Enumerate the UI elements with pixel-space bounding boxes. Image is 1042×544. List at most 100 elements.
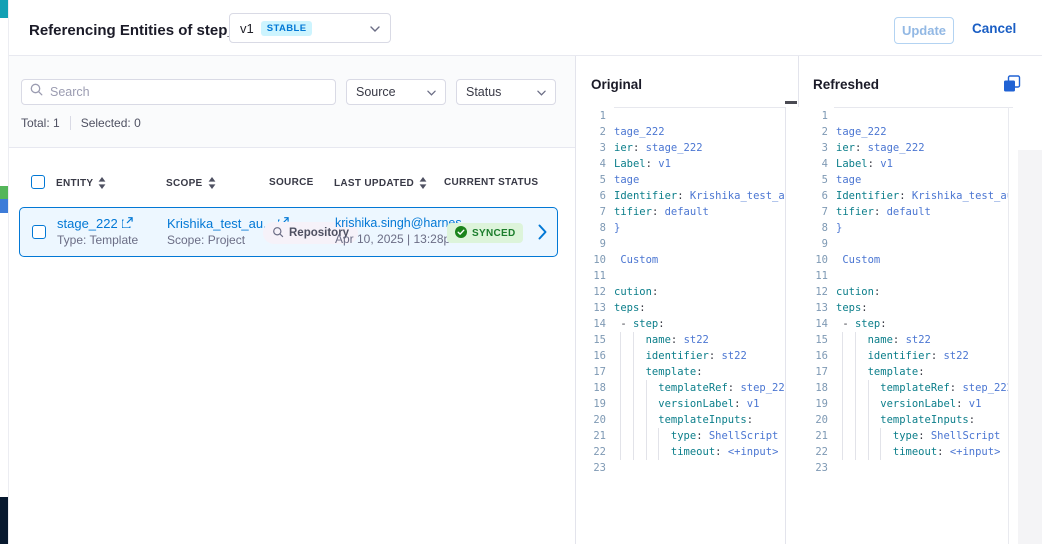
line-number: 15 [785, 332, 828, 348]
status-filter-dropdown[interactable]: Status [456, 79, 556, 105]
code-line: 4Label: v1 [785, 156, 1008, 172]
line-number: 10 [576, 252, 606, 268]
source-filter-dropdown[interactable]: Source [346, 79, 446, 105]
search-box[interactable] [21, 79, 336, 105]
code-line: 6Identifier: Krishika_test_aut [785, 188, 1008, 204]
line-number: 4 [785, 156, 828, 172]
row-checkbox[interactable] [32, 225, 46, 239]
code-line: 10 Custom [576, 252, 785, 268]
line-number: 19 [785, 396, 828, 412]
code-line: 5tage [785, 172, 1008, 188]
original-code-editor[interactable]: 12tage_2223ier: stage_2224Label: v15tage… [576, 108, 785, 544]
copy-icon[interactable] [1003, 75, 1021, 93]
code-line: 19 versionLabel: v1 [576, 396, 785, 412]
original-panel-title: Original [591, 77, 642, 92]
refreshed-panel-title: Refreshed [813, 77, 879, 92]
line-number: 11 [785, 268, 828, 284]
line-number: 2 [576, 124, 606, 140]
code-line: 23 [785, 460, 1008, 476]
code-line: 7tifier: default [576, 204, 785, 220]
line-number: 3 [576, 140, 606, 156]
status-badge-label: SYNCED [472, 228, 515, 239]
code-line: 10 Custom [785, 252, 1008, 268]
column-scope: SCOPE [166, 177, 216, 189]
status-badge: SYNCED [447, 223, 523, 243]
line-number: 14 [785, 316, 828, 332]
line-number: 5 [785, 172, 828, 188]
code-line: 15 name: st22 [785, 332, 1008, 348]
dialog-header: Referencing Entities of step_222 v1 STAB… [9, 0, 1042, 56]
code-line: 18 templateRef: step_222 [576, 380, 785, 396]
line-number: 22 [785, 444, 828, 460]
code-line: 17 template: [785, 364, 1008, 380]
select-all-checkbox[interactable] [31, 175, 45, 189]
chevron-down-icon [370, 19, 380, 37]
code-line: 2tage_222 [576, 124, 785, 140]
sort-icon[interactable] [98, 177, 106, 189]
code-line: 11 [785, 268, 1008, 284]
code-line: 13teps: [785, 300, 1008, 316]
code-line: 21 type: ShellScript [785, 428, 1008, 444]
status-filter-label: Status [466, 85, 501, 99]
line-number: 8 [785, 220, 828, 236]
code-line: 22 timeout: <+input> [785, 444, 1008, 460]
sort-icon[interactable] [419, 177, 427, 189]
line-number: 23 [576, 460, 606, 476]
panel-divider [798, 56, 799, 107]
external-link-icon[interactable] [122, 216, 133, 231]
line-number: 15 [576, 332, 606, 348]
line-number: 9 [576, 236, 606, 252]
code-line: 14 - step: [785, 316, 1008, 332]
filter-bar: Source Status Total: 1 Selected: 0 [9, 56, 575, 148]
scrollbar-thumb[interactable] [785, 101, 797, 104]
line-number: 6 [576, 188, 606, 204]
background-green-icon-sliver [0, 186, 8, 199]
chevron-right-icon[interactable] [538, 224, 547, 245]
line-number: 20 [576, 412, 606, 428]
line-number: 21 [785, 428, 828, 444]
version-label: v1 [240, 21, 254, 36]
column-source: SOURCE [269, 177, 314, 188]
code-line: 9 [785, 236, 1008, 252]
sort-icon[interactable] [208, 177, 216, 189]
code-line: 16 identifier: st22 [576, 348, 785, 364]
table-row[interactable]: stage_222 Type: Template Krishika_test_a… [19, 207, 558, 257]
update-button[interactable]: Update [894, 17, 954, 44]
line-number: 12 [576, 284, 606, 300]
entity-link[interactable]: stage_222 [57, 216, 138, 231]
scrollbar-gutter [1018, 150, 1042, 544]
code-line: 11 [576, 268, 785, 284]
code-line: 15 name: st22 [576, 332, 785, 348]
line-number: 18 [576, 380, 606, 396]
version-select[interactable]: v1 STABLE [229, 13, 391, 43]
diff-pane: Original Refreshed 12tage_2223ier: stage… [576, 56, 1042, 544]
code-line: 4Label: v1 [576, 156, 785, 172]
line-number: 8 [576, 220, 606, 236]
code-line: 3ier: stage_222 [576, 140, 785, 156]
line-number: 3 [785, 140, 828, 156]
line-number: 7 [785, 204, 828, 220]
code-line: 21 type: ShellScript [576, 428, 785, 444]
line-number: 19 [576, 396, 606, 412]
line-number: 4 [576, 156, 606, 172]
line-number: 13 [576, 300, 606, 316]
code-line: 1 [576, 108, 785, 124]
chevron-down-icon [537, 85, 546, 99]
line-number: 16 [576, 348, 606, 364]
line-number: 11 [576, 268, 606, 284]
line-number: 5 [576, 172, 606, 188]
selected-count: Selected: 0 [81, 116, 141, 130]
search-input[interactable] [50, 85, 327, 99]
refreshed-code-editor[interactable]: 12tage_2223ier: stage_2224Label: v15tage… [785, 108, 1008, 544]
count-line: Total: 1 Selected: 0 [21, 116, 141, 130]
code-line: 17 template: [576, 364, 785, 380]
entity-cell: stage_222 Type: Template [57, 216, 138, 247]
table-header: ENTITY SCOPE SOURCE LAST UPDATED [9, 148, 575, 206]
cancel-button[interactable]: Cancel [972, 21, 1016, 36]
line-number: 18 [785, 380, 828, 396]
total-count: Total: 1 [21, 116, 60, 130]
line-number: 6 [785, 188, 828, 204]
line-number: 1 [785, 108, 828, 124]
entities-pane: Source Status Total: 1 Selected: 0 [9, 56, 576, 544]
background-blue-icon-sliver [0, 199, 8, 213]
